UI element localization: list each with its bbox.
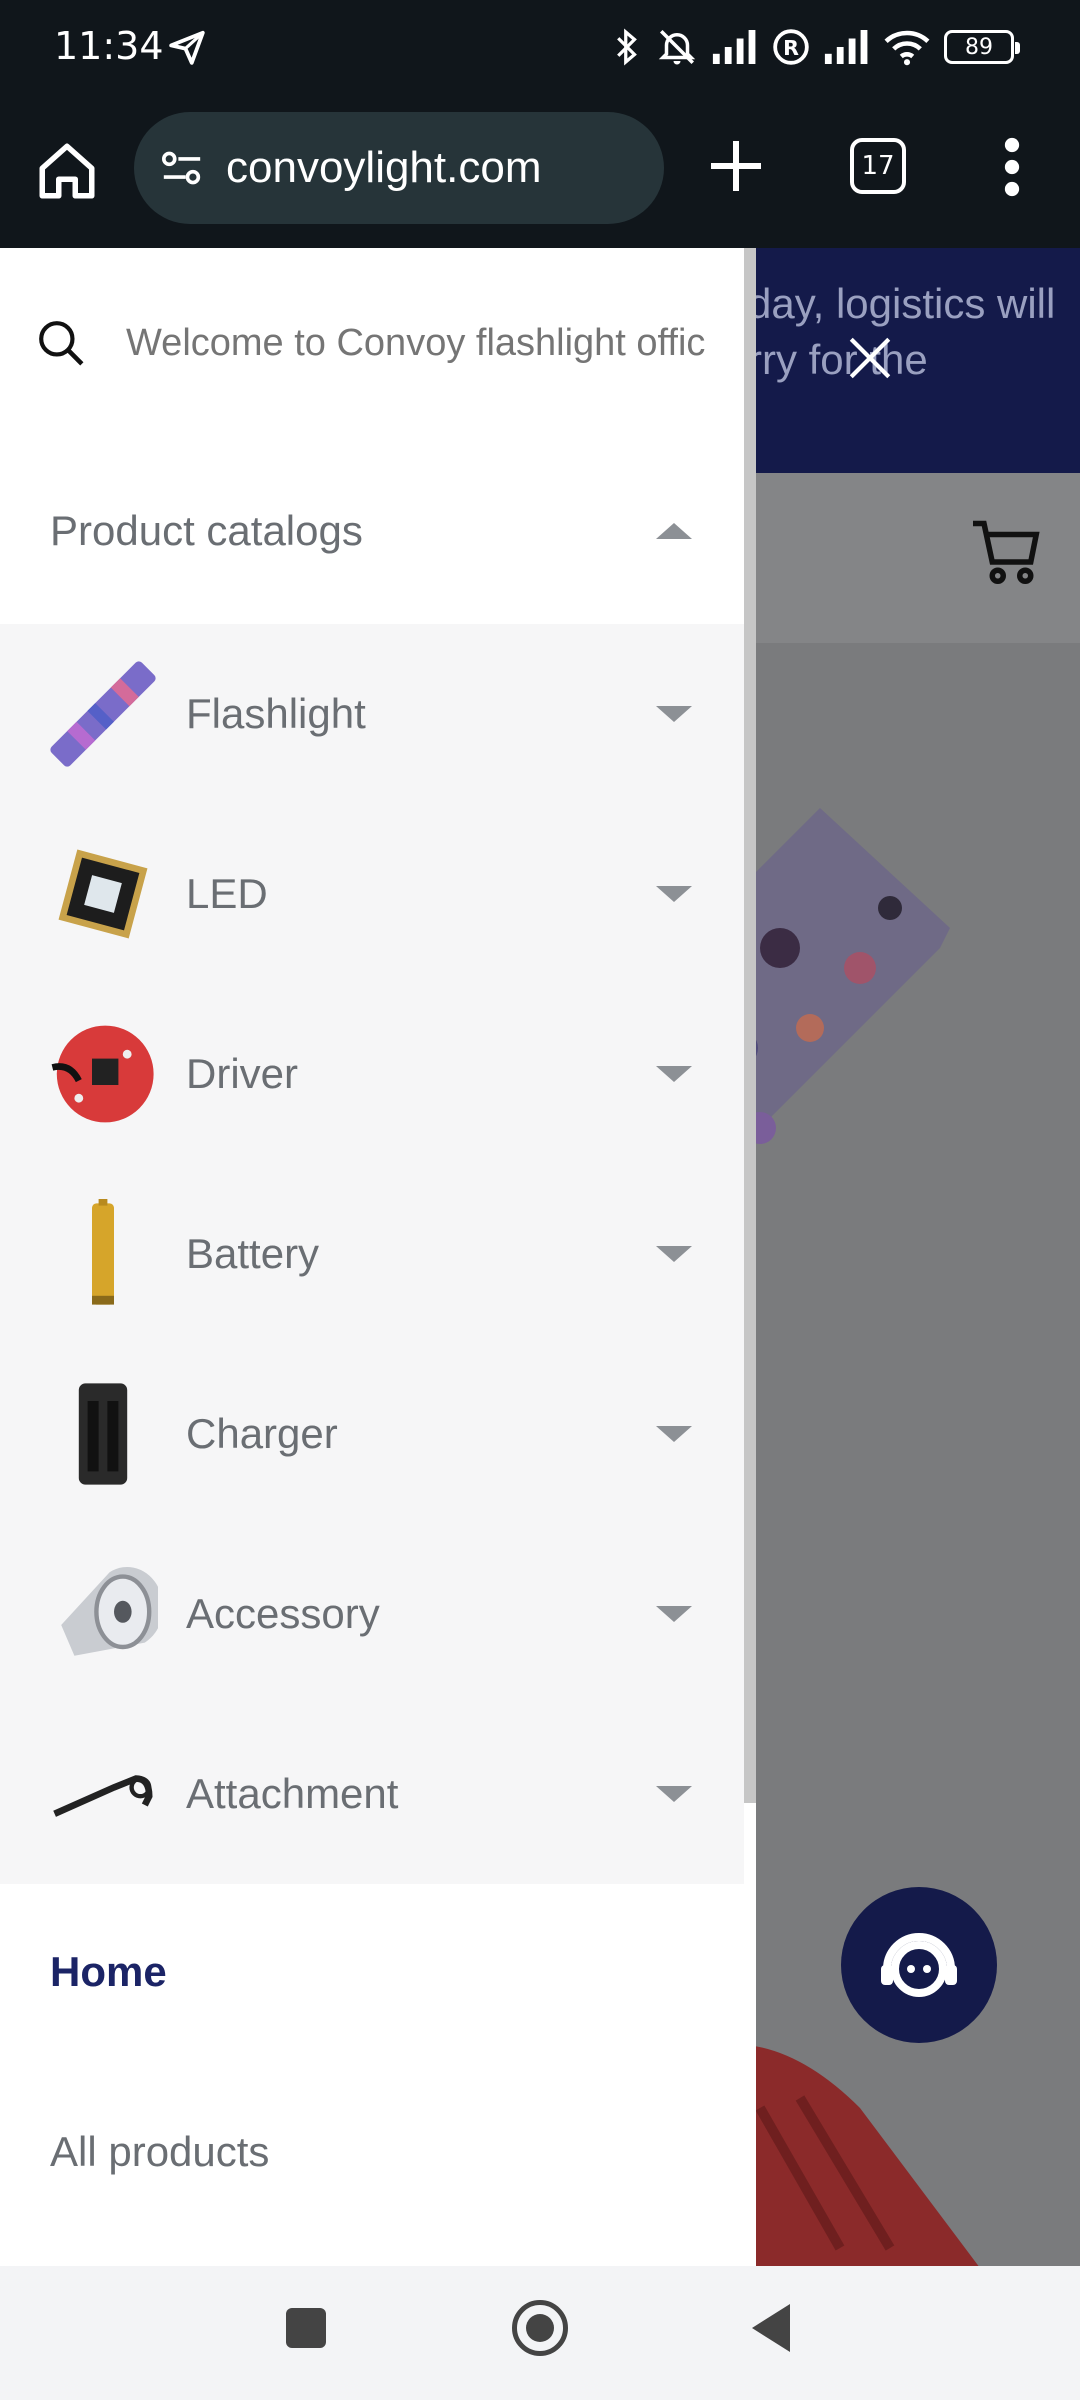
product-catalogs-toggle[interactable]: Product catalogs xyxy=(0,438,744,624)
flashlight-thumb xyxy=(50,661,156,767)
category-flashlight[interactable]: Flashlight xyxy=(0,624,744,804)
url-bar[interactable]: convoylight.com xyxy=(134,112,664,224)
wifi-icon xyxy=(884,30,930,66)
drawer-scrollbar[interactable] xyxy=(744,248,756,1803)
category-label: LED xyxy=(186,870,268,917)
status-icons: R 89 xyxy=(612,22,1020,72)
mute-icon xyxy=(658,30,696,65)
site-settings-icon[interactable] xyxy=(160,148,204,188)
home-icon[interactable] xyxy=(34,138,100,204)
category-accessory[interactable]: Accessory xyxy=(0,1524,744,1704)
tabs-button[interactable]: 17 xyxy=(850,138,906,194)
category-label: Battery xyxy=(186,1230,320,1277)
banner-line-2: rry for the xyxy=(748,336,928,383)
battery-thumb xyxy=(92,1199,114,1305)
signal-icon xyxy=(824,30,868,64)
tab-count: 17 xyxy=(861,151,895,181)
recents-button[interactable] xyxy=(286,2308,326,2348)
battery-icon: 89 xyxy=(944,30,1020,64)
nav-all-products-link[interactable]: All products xyxy=(50,2128,269,2176)
chevron-down-icon[interactable] xyxy=(656,1246,692,1262)
close-icon[interactable] xyxy=(845,333,895,383)
chevron-up-icon xyxy=(656,523,692,539)
category-label: Charger xyxy=(186,1410,338,1457)
chat-support-button[interactable] xyxy=(841,1887,997,2043)
nav-home-link[interactable]: Home xyxy=(50,1948,167,1996)
send-icon xyxy=(169,30,205,65)
category-label: Flashlight xyxy=(186,690,366,737)
category-list: Flashlight LED Driver Battery Charger Ac… xyxy=(0,624,744,1884)
more-vert-icon[interactable] xyxy=(994,134,1030,200)
category-label: Driver xyxy=(186,1050,298,1097)
bluetooth-icon xyxy=(617,28,637,66)
attachment-thumb xyxy=(53,1775,153,1817)
category-label: Accessory xyxy=(186,1590,380,1637)
signal-icon xyxy=(712,30,756,64)
category-attachment[interactable]: Attachment xyxy=(0,1704,744,1884)
search-icon[interactable] xyxy=(36,318,86,368)
cart-icon[interactable] xyxy=(970,518,1042,584)
chevron-down-icon[interactable] xyxy=(656,1066,692,1082)
support-agent-icon xyxy=(881,1933,957,1997)
banner-text: day, logistics will rry for the xyxy=(748,276,1078,388)
drawer-search[interactable] xyxy=(0,248,744,438)
browser-toolbar: convoylight.com 17 xyxy=(0,96,1080,248)
chevron-down-icon[interactable] xyxy=(656,706,692,722)
registered-icon: R xyxy=(773,29,809,65)
battery-level: 89 xyxy=(965,34,993,60)
category-label: Attachment xyxy=(186,1770,399,1817)
led-thumb xyxy=(58,849,148,939)
category-battery[interactable]: Battery xyxy=(0,1164,744,1344)
chevron-down-icon[interactable] xyxy=(656,886,692,902)
accessory-thumb xyxy=(61,1567,158,1656)
banner-line-1: day, logistics will xyxy=(748,280,1056,327)
svg-text:R: R xyxy=(783,36,799,60)
category-led[interactable]: LED xyxy=(0,804,744,984)
status-bar: 11:34 R 89 xyxy=(0,0,1080,96)
home-button[interactable] xyxy=(512,2300,568,2356)
search-input[interactable] xyxy=(126,321,726,365)
driver-thumb xyxy=(51,1025,154,1123)
catalog-header: Product catalogs xyxy=(50,507,363,554)
chevron-down-icon[interactable] xyxy=(656,1786,692,1802)
plus-icon[interactable] xyxy=(706,136,766,196)
navigation-drawer: Product catalogs Flashlight LED xyxy=(0,248,756,2266)
back-button[interactable] xyxy=(752,2304,790,2352)
chevron-down-icon[interactable] xyxy=(656,1606,692,1622)
system-nav-bar xyxy=(0,2266,1080,2400)
category-charger[interactable]: Charger xyxy=(0,1344,744,1524)
url-text[interactable]: convoylight.com xyxy=(226,143,541,193)
charger-thumb xyxy=(78,1383,128,1485)
chevron-down-icon[interactable] xyxy=(656,1426,692,1442)
category-driver[interactable]: Driver xyxy=(0,984,744,1164)
status-time: 11:34 xyxy=(54,24,164,68)
